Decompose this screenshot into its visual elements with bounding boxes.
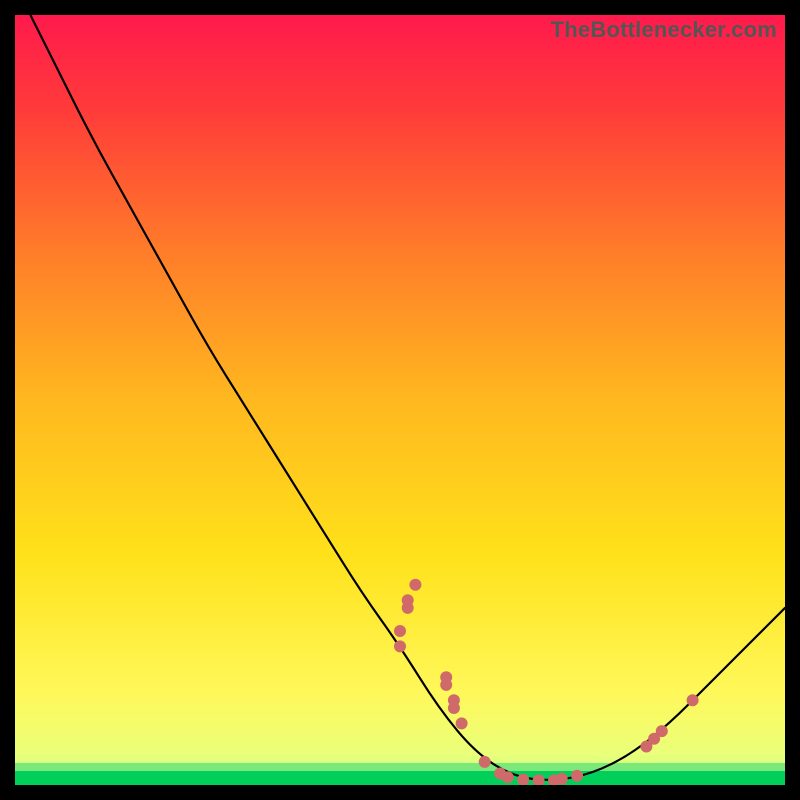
data-marker <box>440 671 452 683</box>
data-marker <box>394 640 406 652</box>
data-marker <box>409 579 421 591</box>
data-marker <box>456 717 468 729</box>
chart-svg <box>15 15 785 785</box>
chart-background <box>15 15 785 785</box>
data-marker <box>479 756 491 768</box>
data-marker <box>402 594 414 606</box>
data-marker <box>448 694 460 706</box>
chart-frame: TheBottlenecker.com <box>15 15 785 785</box>
data-marker <box>571 770 583 782</box>
data-marker <box>687 694 699 706</box>
chart-bottom-band-edge <box>15 763 785 771</box>
watermark-text: TheBottlenecker.com <box>551 17 777 43</box>
chart-bottom-band <box>15 771 785 785</box>
data-marker <box>556 773 568 785</box>
data-marker <box>394 625 406 637</box>
data-marker <box>656 725 668 737</box>
data-marker <box>502 771 514 783</box>
